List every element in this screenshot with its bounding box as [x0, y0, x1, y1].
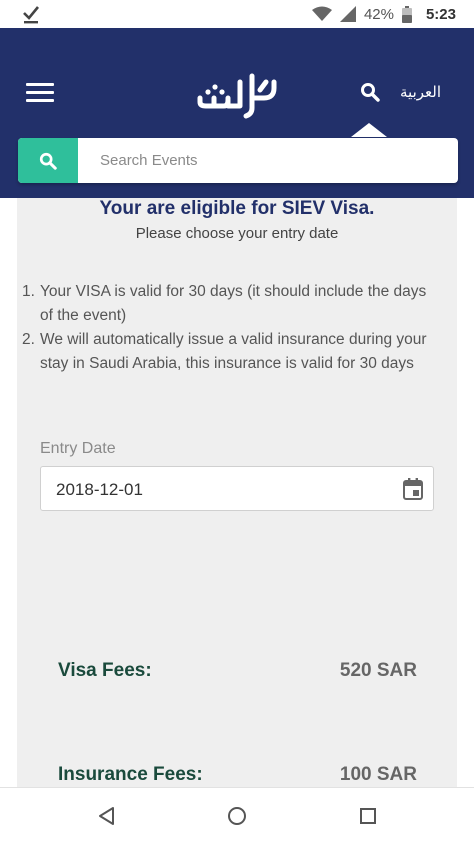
search-input[interactable] — [100, 138, 450, 183]
visa-notes-list: 1. Your VISA is valid for 30 days (it sh… — [22, 280, 432, 376]
list-item-number: 1. — [22, 283, 35, 300]
search-icon[interactable] — [360, 82, 380, 102]
page-title: Your are eligible for SIEV Visa. — [99, 198, 375, 219]
battery-percentage: 42% — [363, 5, 394, 23]
entry-date-value: 2018-12-01 — [56, 480, 143, 499]
status-indicators: 42% 5:23 — [311, 4, 456, 24]
list-item: 1. Your VISA is valid for 30 days (it sh… — [22, 280, 432, 328]
home-icon[interactable] — [226, 805, 248, 827]
back-icon[interactable] — [96, 805, 118, 827]
entry-date-field[interactable]: 2018-12-01 — [40, 466, 434, 511]
list-item-text: Your VISA is valid for 30 days (it shoul… — [40, 283, 427, 324]
calendar-icon[interactable] — [403, 478, 423, 500]
dropdown-notch — [351, 123, 387, 137]
wifi-icon — [311, 6, 332, 21]
search-button[interactable] — [18, 138, 78, 183]
check-icon — [23, 6, 40, 24]
clock: 5:23 — [425, 5, 456, 23]
visa-fees-value: 520 SAR — [339, 660, 417, 681]
battery-icon — [401, 5, 412, 23]
status-bar: 42% 5:23 — [0, 0, 474, 28]
search-bar — [18, 138, 458, 183]
list-item-number: 2. — [22, 331, 35, 348]
menu-icon[interactable] — [26, 83, 54, 105]
search-icon — [39, 152, 57, 170]
language-switch-link[interactable]: العربية — [400, 83, 441, 101]
entry-instruction: Please choose your entry date — [135, 225, 339, 242]
entry-date-label: Entry Date — [40, 440, 116, 457]
system-nav-bar — [0, 787, 474, 842]
visa-eligibility-panel: Your are eligible for SIEV Visa. Please … — [17, 198, 457, 798]
signal-icon — [339, 6, 356, 22]
visa-fees-label: Visa Fees: — [58, 660, 152, 681]
insurance-fees-value: 100 SAR — [339, 764, 417, 785]
recents-icon[interactable] — [357, 805, 379, 827]
insurance-fees-label: Insurance Fees: — [58, 764, 203, 785]
list-item-text: We will automatically issue a valid insu… — [40, 331, 427, 372]
app-logo — [197, 73, 277, 119]
list-item: 2. We will automatically issue a valid i… — [22, 328, 432, 376]
screen: 42% 5:23 العربية Search Events Your are … — [0, 0, 474, 842]
